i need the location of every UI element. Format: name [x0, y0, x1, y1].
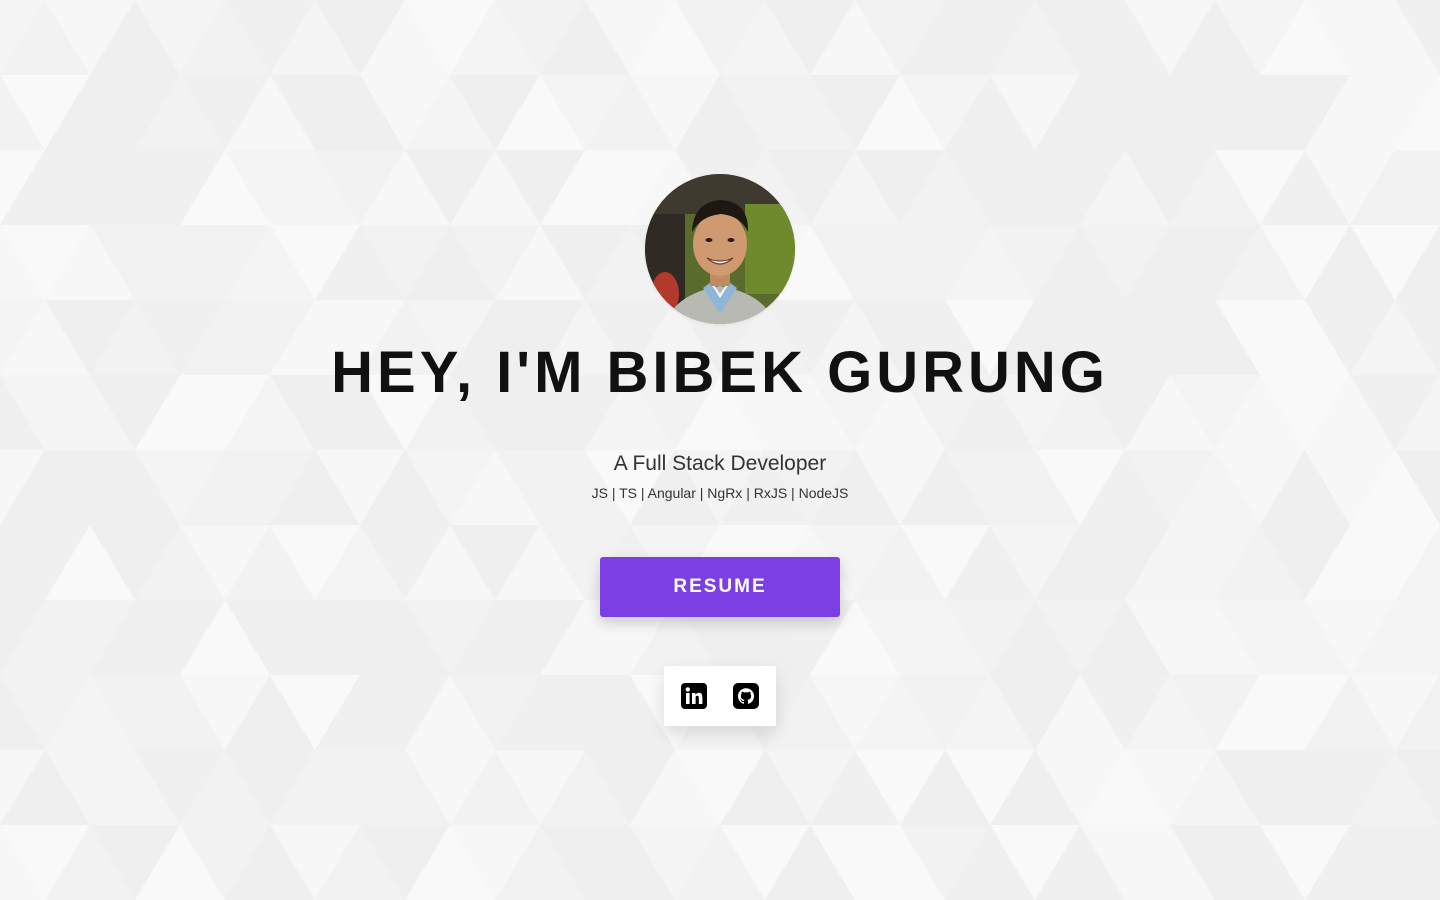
github-icon [733, 683, 759, 709]
skills-list: JS | TS | Angular | NgRx | RxJS | NodeJS [591, 485, 849, 501]
hero-section: HEY, I'M BIBEK GURUNG A Full Stack Devel… [0, 0, 1440, 900]
profile-avatar [645, 174, 795, 324]
linkedin-icon [681, 683, 707, 709]
linkedin-link[interactable] [681, 683, 707, 709]
hero-headline: HEY, I'M BIBEK GURUNG [331, 340, 1109, 405]
hero-subtitle: A Full Stack Developer [613, 452, 827, 475]
github-link[interactable] [733, 683, 759, 709]
social-links [664, 666, 776, 726]
resume-button[interactable]: RESUME [600, 557, 840, 617]
